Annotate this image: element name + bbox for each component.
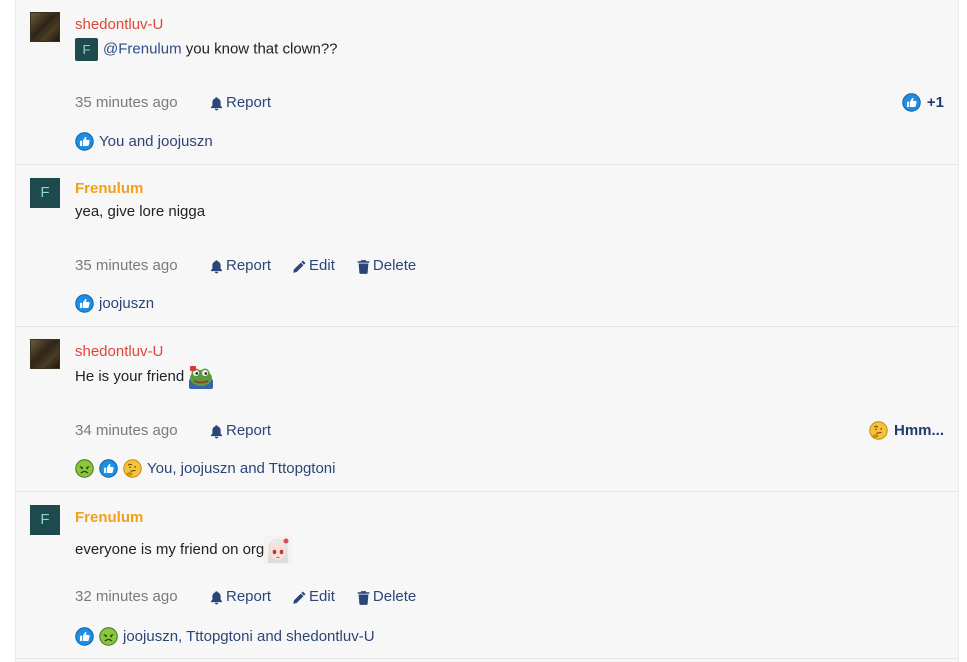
bell-icon: [209, 96, 224, 111]
trash-icon: [356, 259, 371, 274]
reaction-users: joojuszn, Tttopgtoni and shedontluv-U: [123, 627, 375, 645]
comment-item: F Frenulum everyone is my friend on org …: [16, 492, 958, 659]
reaction-summary[interactable]: joojuszn: [75, 294, 154, 313]
comment-text: everyone is my friend on org: [75, 536, 293, 564]
username[interactable]: shedontluv-U: [75, 343, 163, 361]
comment-text: He is your friend: [75, 365, 214, 389]
bell-icon: [209, 424, 224, 439]
reaction-button[interactable]: Hmm...: [869, 421, 944, 440]
report-label: Report: [226, 94, 272, 111]
thinking-face-icon: [869, 421, 888, 440]
pencil-icon: [292, 590, 307, 605]
username[interactable]: shedontluv-U: [75, 16, 163, 34]
thinking-face-icon: [123, 459, 142, 478]
thumbs-up-icon: [75, 627, 94, 646]
timestamp[interactable]: 35 minutes ago: [75, 94, 209, 112]
comment-item: shedontluv-U He is your friend 34 minute…: [16, 327, 958, 492]
comment-feed: shedontluv-U F @Frenulum you know that cl…: [15, 0, 959, 662]
reaction-users: joojuszn: [99, 294, 155, 312]
bell-icon: [209, 259, 224, 274]
timestamp[interactable]: 34 minutes ago: [75, 422, 209, 440]
username[interactable]: Frenulum: [75, 509, 143, 527]
delete-button[interactable]: Delete: [356, 588, 416, 606]
pepe-emote: [188, 365, 214, 389]
anime-girl-emote: [264, 536, 293, 564]
reaction-summary[interactable]: You, joojuszn and Tttopgtoni: [75, 459, 335, 478]
thumbs-up-icon: [99, 459, 118, 478]
avatar[interactable]: [30, 339, 60, 369]
comment-item: F Frenulum yea, give lore nigga 35 minut…: [16, 165, 958, 327]
avatar[interactable]: F: [30, 505, 60, 535]
comment-item: shedontluv-U F @Frenulum you know that cl…: [16, 0, 958, 165]
edit-button[interactable]: Edit: [292, 588, 335, 606]
thumbs-up-icon: [75, 132, 94, 151]
report-label: Report: [226, 422, 272, 439]
report-label: Report: [226, 588, 272, 605]
avatar[interactable]: F: [30, 178, 60, 208]
report-button[interactable]: Report: [209, 588, 271, 606]
reaction-summary[interactable]: You and joojuszn: [75, 132, 213, 151]
pencil-icon: [292, 259, 307, 274]
comment-text: yea, give lore nigga: [75, 203, 206, 220]
comment-text: F @Frenulum you know that clown??: [75, 38, 338, 61]
report-button[interactable]: Report: [209, 257, 271, 275]
frog-emote-icon: [189, 366, 214, 389]
username[interactable]: Frenulum: [75, 180, 143, 198]
edit-button[interactable]: Edit: [292, 257, 335, 275]
comment-actions: 32 minutes ago Report Edit Delete: [75, 588, 437, 606]
mention-link[interactable]: @Frenulum: [103, 40, 182, 57]
edit-label: Edit: [309, 588, 335, 605]
timestamp[interactable]: 32 minutes ago: [75, 588, 209, 606]
comment-body: He is your friend: [75, 367, 185, 385]
trash-icon: [356, 590, 371, 605]
mention-avatar: F: [75, 38, 98, 61]
delete-button[interactable]: Delete: [356, 257, 416, 275]
comment-body: you know that clown??: [181, 40, 338, 58]
comment-actions: 34 minutes ago Report: [75, 422, 292, 440]
avatar[interactable]: [30, 12, 60, 42]
report-label: Report: [226, 257, 272, 274]
reaction-label: Hmm...: [893, 421, 944, 439]
thumbs-up-icon: [75, 294, 94, 313]
timestamp[interactable]: 35 minutes ago: [75, 257, 209, 275]
reaction-summary[interactable]: joojuszn, Tttopgtoni and shedontluv-U: [75, 627, 375, 646]
thumbs-up-icon: [902, 93, 921, 112]
comment-actions: 35 minutes ago Report: [75, 94, 292, 112]
report-button[interactable]: Report: [209, 422, 271, 440]
sick-face-icon: [75, 459, 94, 478]
reaction-label: +1: [926, 93, 944, 111]
delete-label: Delete: [372, 257, 417, 274]
report-button[interactable]: Report: [209, 94, 271, 112]
sick-face-icon: [99, 627, 118, 646]
bell-icon: [209, 590, 224, 605]
comment-body: everyone is my friend on org: [75, 540, 265, 558]
edit-label: Edit: [309, 257, 335, 274]
comment-actions: 35 minutes ago Report Edit Delete: [75, 257, 437, 275]
delete-label: Delete: [372, 588, 417, 605]
anime-emote-icon: [264, 536, 293, 564]
reaction-button[interactable]: +1: [902, 93, 944, 112]
reaction-users: You, joojuszn and Tttopgtoni: [147, 459, 336, 477]
reaction-users: You and joojuszn: [99, 132, 213, 150]
